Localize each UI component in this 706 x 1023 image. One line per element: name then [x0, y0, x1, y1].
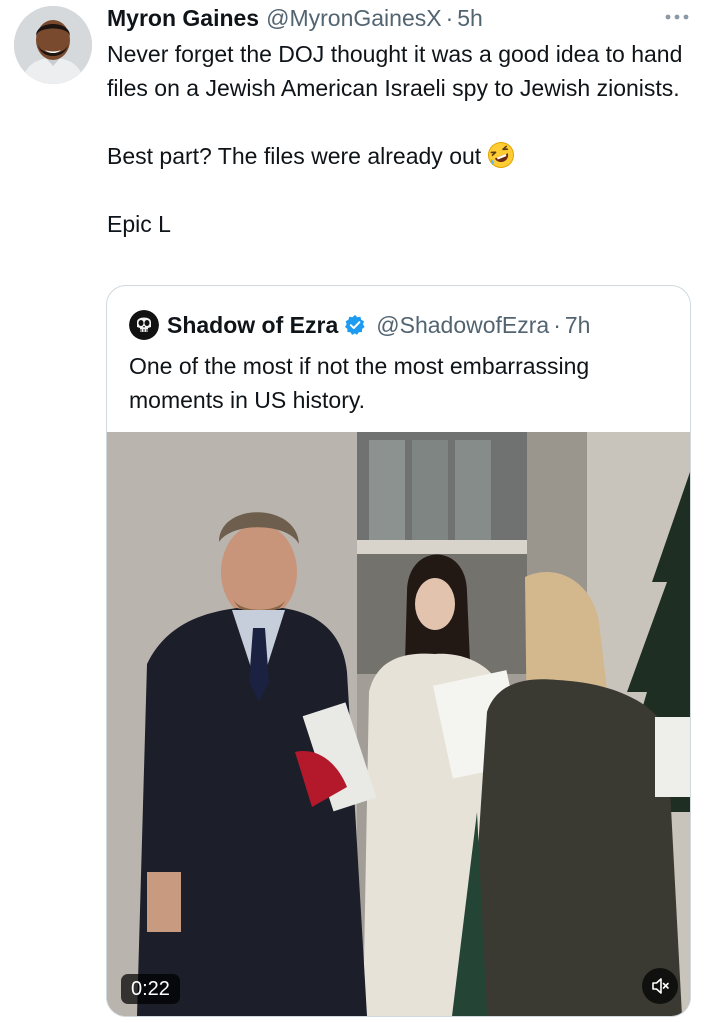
author-name[interactable]: Myron Gaines: [107, 2, 259, 34]
tweet-text: Never forget the DOJ thought it was a go…: [107, 37, 692, 241]
tweet-paragraph-2: Best part? The files were already out: [107, 139, 692, 173]
tweet-timestamp[interactable]: 5h: [457, 2, 483, 34]
verified-badge-icon: [345, 315, 365, 335]
tweet-paragraph-1: Never forget the DOJ thought it was a go…: [107, 41, 683, 101]
speaker-muted-icon: [652, 978, 669, 994]
author-handle[interactable]: @MyronGainesX: [266, 2, 441, 34]
quoted-tweet-card[interactable]: Shadow of Ezra @ShadowofEzra · 7h One of…: [106, 285, 691, 1017]
tweet-paragraph-2-text: Best part? The files were already out: [107, 143, 482, 169]
video-duration: 0:22: [121, 974, 180, 1004]
header-separator: ·: [445, 5, 454, 31]
quoted-author-handle[interactable]: @ShadowofEzra: [376, 312, 549, 339]
tweet-paragraph-3: Epic L: [107, 211, 171, 237]
quoted-tweet-timestamp[interactable]: 7h: [565, 312, 591, 339]
author-avatar[interactable]: [14, 6, 92, 84]
quoted-header-separator: ·: [553, 311, 561, 338]
quoted-tweet-text: One of the most if not the most embarras…: [129, 353, 590, 413]
video-player[interactable]: 0:22: [107, 432, 690, 1016]
ellipsis-icon: [665, 14, 689, 20]
quoted-author-avatar[interactable]: [129, 310, 159, 340]
rolling-on-floor-laughing-emoji-icon: [488, 142, 515, 168]
more-options-button[interactable]: [664, 8, 690, 26]
mute-button[interactable]: [642, 968, 678, 1004]
video-frame: [107, 432, 690, 1016]
quoted-tweet-header: Shadow of Ezra @ShadowofEzra · 7h: [129, 310, 590, 340]
quoted-author-name[interactable]: Shadow of Ezra: [167, 312, 338, 339]
tweet-header: Myron Gaines @MyronGainesX · 5h: [107, 2, 692, 34]
